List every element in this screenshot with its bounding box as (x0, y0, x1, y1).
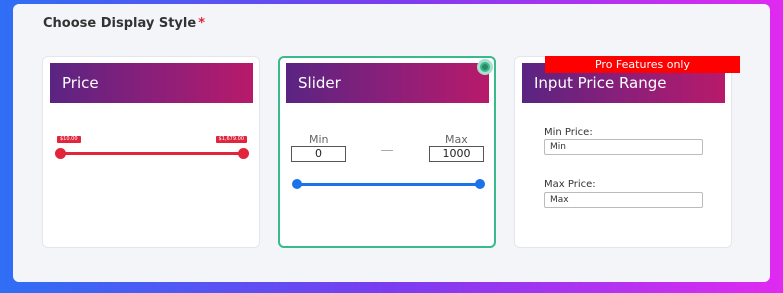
range-separator (381, 150, 393, 151)
style-option-input-range[interactable]: Input Price Range Min Price: Min Max Pri… (514, 56, 732, 248)
price-slider-max-handle (238, 148, 249, 159)
section-title-text: Choose Display Style (43, 16, 197, 31)
required-mark: * (198, 16, 205, 31)
style-option-price[interactable]: Price $10.00 $1,679.00 (42, 56, 260, 248)
range-slider-max-handle[interactable] (475, 179, 485, 189)
slider-max-label: Max (445, 133, 468, 146)
selected-radio-icon[interactable] (477, 59, 493, 75)
pro-features-badge: Pro Features only (545, 56, 740, 73)
min-price-field[interactable]: Min (544, 139, 703, 155)
price-slider-track (59, 152, 245, 155)
max-price-field[interactable]: Max (544, 192, 703, 208)
display-style-panel: Choose Display Style * Price $10.00 $1,67… (13, 4, 770, 282)
section-title: Choose Display Style * (43, 16, 205, 31)
max-price-label: Max Price: (544, 179, 596, 190)
range-slider-min-handle[interactable] (292, 179, 302, 189)
style-option-slider[interactable]: Slider Min Max 0 1000 (278, 56, 496, 248)
price-min-tag: $10.00 (57, 136, 81, 143)
price-slider-min-handle (55, 148, 66, 159)
min-price-label: Min Price: (544, 127, 593, 138)
slider-max-input[interactable]: 1000 (429, 146, 484, 162)
slider-min-input[interactable]: 0 (291, 146, 346, 162)
price-max-tag: $1,679.00 (215, 136, 247, 143)
range-slider-track[interactable] (296, 183, 480, 186)
slider-min-label: Min (309, 133, 329, 146)
card-header-slider: Slider (286, 63, 489, 103)
card-header-price: Price (50, 63, 253, 103)
